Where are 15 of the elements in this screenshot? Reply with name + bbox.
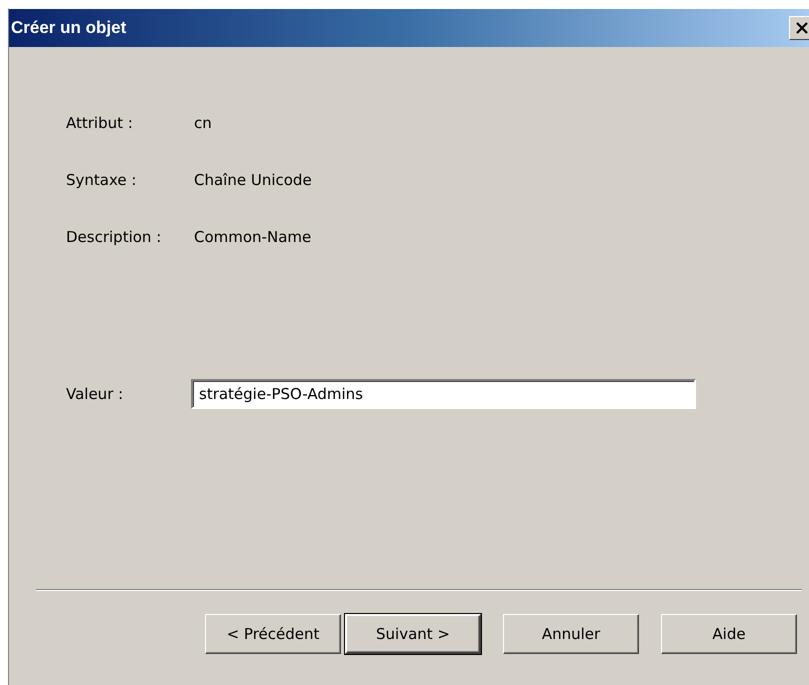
close-button[interactable]	[789, 16, 809, 40]
attribute-label: Syntaxe :	[66, 170, 136, 190]
attribute-label: Attribut :	[66, 113, 133, 133]
value-label: Valeur :	[66, 385, 124, 403]
window-title: Créer un objet	[11, 18, 126, 38]
wizard-button[interactable]: Annuler	[503, 614, 639, 654]
attribute-value: cn	[194, 113, 212, 133]
wizard-button[interactable]: Aide	[661, 614, 797, 654]
value-field[interactable]: stratégie-PSO-Admins	[191, 379, 696, 409]
attribute-value: Chaîne Unicode	[194, 170, 312, 190]
wizard-button[interactable]: Suivant >	[345, 614, 481, 654]
wizard-button[interactable]: < Précédent	[205, 614, 341, 654]
attribute-label: Description :	[66, 227, 162, 247]
close-icon	[796, 22, 808, 34]
attribute-value: Common-Name	[194, 227, 312, 247]
